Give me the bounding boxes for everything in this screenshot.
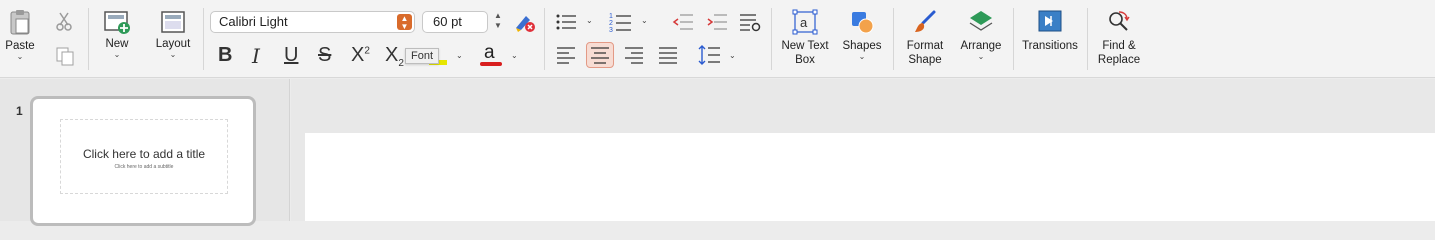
text-box-icon: a bbox=[792, 9, 818, 35]
transitions-button[interactable]: Transitions bbox=[1018, 9, 1082, 53]
slide-number: 1 bbox=[16, 104, 23, 118]
arrange-icon bbox=[968, 9, 994, 35]
paintbrush-icon bbox=[912, 9, 938, 35]
align-left-icon[interactable] bbox=[556, 46, 576, 64]
arrange-label: Arrange bbox=[960, 40, 1002, 52]
separator bbox=[1087, 8, 1088, 70]
justify-icon[interactable] bbox=[658, 46, 678, 64]
superscript-base: X bbox=[351, 44, 365, 66]
separator bbox=[1013, 8, 1014, 70]
svg-text:1: 1 bbox=[609, 13, 613, 20]
find-replace-button[interactable]: Find & Replace bbox=[1093, 9, 1145, 67]
bullets-icon[interactable] bbox=[555, 12, 577, 32]
bold-button[interactable]: B bbox=[218, 44, 232, 67]
cut-icon[interactable] bbox=[55, 11, 73, 31]
align-right-icon[interactable] bbox=[624, 46, 644, 64]
numbering-icon[interactable]: 123 bbox=[608, 11, 632, 33]
italic-button[interactable]: I bbox=[252, 44, 260, 68]
font-size-field[interactable]: 60 pt bbox=[422, 11, 488, 33]
layout-label: Layout bbox=[155, 38, 191, 50]
underline-button[interactable]: U bbox=[284, 44, 298, 67]
clear-formatting-icon[interactable] bbox=[513, 12, 537, 34]
font-size-stepper[interactable]: ▲ ▼ bbox=[492, 11, 504, 33]
shapes-label: Shapes bbox=[842, 40, 882, 52]
align-center-icon bbox=[590, 46, 610, 64]
thumbnail-title: Click here to add a title bbox=[82, 147, 206, 161]
layout-icon bbox=[160, 10, 186, 36]
slide-canvas[interactable] bbox=[305, 133, 1435, 221]
separator bbox=[88, 8, 89, 70]
paste-label: Paste bbox=[5, 40, 35, 52]
svg-text:3: 3 bbox=[609, 27, 613, 33]
strikethrough-button[interactable]: S bbox=[318, 44, 331, 67]
arrange-button[interactable]: Arrange ⌄ bbox=[955, 9, 1007, 61]
new-slide-icon bbox=[103, 10, 131, 36]
thumbnail-subtitle: Click here to add a subtitle bbox=[114, 164, 174, 170]
font-family-select[interactable]: Calibri Light ▲ ▼ bbox=[210, 11, 415, 33]
chevron-down-icon[interactable]: ⌄ bbox=[456, 52, 463, 60]
subscript-button[interactable]: X2 bbox=[385, 44, 404, 69]
decrease-indent-icon[interactable] bbox=[672, 12, 694, 32]
font-size-value: 60 pt bbox=[433, 14, 462, 29]
transitions-icon bbox=[1037, 9, 1063, 35]
layout-button[interactable]: Layout ⌄ bbox=[150, 10, 196, 59]
separator bbox=[893, 8, 894, 70]
chevron-down-icon[interactable]: ⌄ bbox=[978, 53, 985, 61]
font-color-bar bbox=[480, 62, 502, 66]
find-replace-label: Find & Replace bbox=[1097, 40, 1141, 66]
chevron-down-icon[interactable]: ⌄ bbox=[641, 17, 648, 25]
chevron-down-icon[interactable]: ⌄ bbox=[511, 52, 518, 60]
separator bbox=[544, 8, 545, 70]
chevron-down-icon[interactable]: ⌄ bbox=[170, 51, 177, 59]
line-spacing-icon[interactable] bbox=[697, 44, 721, 66]
font-tooltip: Font bbox=[405, 48, 440, 64]
font-color-button[interactable]: a bbox=[484, 42, 495, 64]
separator bbox=[771, 8, 772, 70]
find-replace-icon bbox=[1106, 9, 1132, 35]
svg-text:a: a bbox=[800, 15, 808, 30]
separator bbox=[203, 8, 204, 70]
shapes-icon bbox=[849, 9, 875, 35]
superscript-mark: 2 bbox=[364, 45, 370, 57]
superscript-button[interactable]: X2 bbox=[351, 44, 370, 67]
chevron-down-icon[interactable]: ⌄ bbox=[729, 52, 736, 60]
chevron-down-icon[interactable]: ⌄ bbox=[114, 51, 121, 59]
new-slide-label: New bbox=[105, 38, 129, 50]
subscript-base: X bbox=[385, 44, 399, 66]
copy-icon[interactable] bbox=[55, 46, 75, 66]
format-shape-button[interactable]: Format Shape bbox=[900, 9, 950, 67]
subscript-mark: 2 bbox=[398, 58, 404, 69]
paste-button[interactable]: Paste ⌄ bbox=[4, 8, 36, 61]
new-slide-button[interactable]: New ⌄ bbox=[98, 10, 136, 59]
paragraph-settings-icon[interactable] bbox=[739, 12, 761, 32]
format-shape-label: Format Shape bbox=[906, 40, 944, 66]
paste-icon bbox=[8, 8, 32, 36]
new-text-box-label: New Text Box bbox=[781, 40, 829, 66]
chevron-down-icon[interactable]: ⌄ bbox=[17, 53, 24, 61]
chevron-updown-icon[interactable]: ▲ ▼ bbox=[397, 14, 412, 31]
new-text-box-button[interactable]: a New Text Box bbox=[776, 9, 834, 67]
increase-indent-icon[interactable] bbox=[706, 12, 728, 32]
shapes-button[interactable]: Shapes ⌄ bbox=[838, 9, 886, 61]
chevron-down-icon[interactable]: ⌄ bbox=[586, 17, 593, 25]
chevron-down-icon[interactable]: ⌄ bbox=[859, 53, 866, 61]
font-family-value: Calibri Light bbox=[219, 14, 288, 29]
transitions-label: Transitions bbox=[1022, 40, 1078, 52]
svg-text:2: 2 bbox=[609, 20, 613, 27]
